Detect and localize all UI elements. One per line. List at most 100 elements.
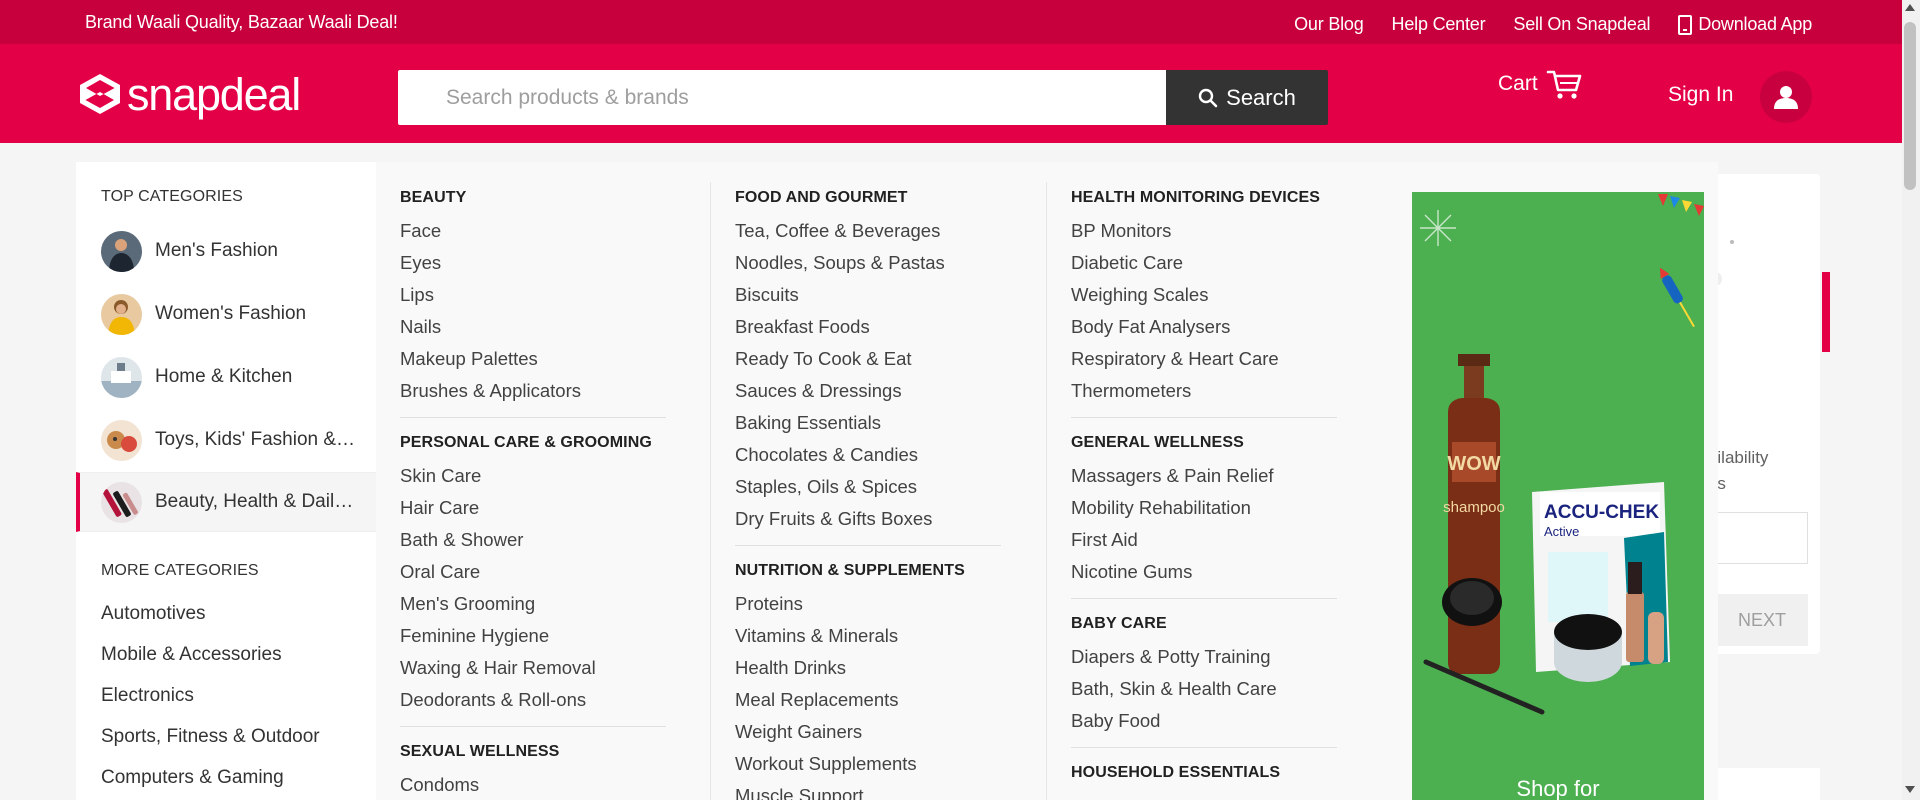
menu-item-eyes[interactable]: Eyes bbox=[400, 253, 690, 285]
menu-item-staples-oils[interactable]: Staples, Oils & Spices bbox=[735, 477, 1025, 509]
category-label: Home & Kitchen bbox=[155, 366, 293, 387]
menu-item-feminine-hygiene[interactable]: Feminine Hygiene bbox=[400, 626, 690, 658]
section-heading-general-wellness[interactable]: GENERAL WELLNESS bbox=[1071, 434, 1361, 466]
column-separator bbox=[1046, 182, 1047, 800]
menu-item-diapers[interactable]: Diapers & Potty Training bbox=[1071, 647, 1361, 679]
sell-on-snapdeal-link[interactable]: Sell On Snapdeal bbox=[1513, 14, 1650, 35]
menu-item-health-drinks[interactable]: Health Drinks bbox=[735, 658, 1025, 690]
menu-item-hair-care[interactable]: Hair Care bbox=[400, 498, 690, 530]
our-blog-link[interactable]: Our Blog bbox=[1294, 14, 1364, 35]
menu-item-mens-grooming[interactable]: Men's Grooming bbox=[400, 594, 690, 626]
section-heading-nutrition[interactable]: NUTRITION & SUPPLEMENTS bbox=[735, 562, 1025, 594]
menu-item-noodles-soups[interactable]: Noodles, Soups & Pastas bbox=[735, 253, 1025, 285]
menu-item-ready-to-cook[interactable]: Ready To Cook & Eat bbox=[735, 349, 1025, 381]
tagline: Brand Waali Quality, Bazaar Waali Deal! bbox=[85, 12, 398, 32]
scroll-up-arrow-icon[interactable] bbox=[1905, 4, 1915, 11]
download-app-label: Download App bbox=[1698, 14, 1812, 34]
user-avatar-button[interactable] bbox=[1760, 71, 1812, 123]
cart-label: Cart bbox=[1498, 72, 1538, 95]
section-divider bbox=[1071, 747, 1337, 748]
menu-item-baby-food[interactable]: Baby Food bbox=[1071, 711, 1361, 743]
menu-item-weighing-scales[interactable]: Weighing Scales bbox=[1071, 285, 1361, 317]
section-heading-sexual-wellness[interactable]: SEXUAL WELLNESS bbox=[400, 743, 690, 775]
sign-in-link[interactable]: Sign In bbox=[1668, 83, 1733, 107]
menu-item-face[interactable]: Face bbox=[400, 221, 690, 253]
menu-item-mobility-rehab[interactable]: Mobility Rehabilitation bbox=[1071, 498, 1361, 530]
background-accent bbox=[1822, 272, 1830, 352]
menu-item-diabetic-care[interactable]: Diabetic Care bbox=[1071, 253, 1361, 285]
menu-item-waxing-hair-removal[interactable]: Waxing & Hair Removal bbox=[400, 658, 690, 690]
category-electronics[interactable]: Electronics bbox=[101, 685, 194, 707]
help-center-link[interactable]: Help Center bbox=[1392, 14, 1486, 35]
search-icon bbox=[1198, 88, 1218, 107]
download-app-link[interactable]: Download App bbox=[1678, 14, 1812, 35]
menu-item-meal-replacements[interactable]: Meal Replacements bbox=[735, 690, 1025, 722]
category-computers-gaming[interactable]: Computers & Gaming bbox=[101, 767, 284, 789]
category-automotives[interactable]: Automotives bbox=[101, 603, 206, 625]
menu-item-nails[interactable]: Nails bbox=[400, 317, 690, 349]
category-label: Women's Fashion bbox=[155, 303, 307, 324]
menu-item-workout-supplements[interactable]: Workout Supplements bbox=[735, 754, 1025, 786]
menu-item-lips[interactable]: Lips bbox=[400, 285, 690, 317]
promo-active-text: Active bbox=[1544, 524, 1579, 539]
section-heading-baby-care[interactable]: BABY CARE bbox=[1071, 615, 1361, 647]
menu-item-baby-bath-skin[interactable]: Bath, Skin & Health Care bbox=[1071, 679, 1361, 711]
category-toys-kids-fashion[interactable]: Toys, Kids' Fashion & m... bbox=[76, 410, 376, 470]
menu-item-chocolates-candies[interactable]: Chocolates & Candies bbox=[735, 445, 1025, 477]
menu-item-proteins[interactable]: Proteins bbox=[735, 594, 1025, 626]
section-divider bbox=[1071, 598, 1337, 599]
menu-item-biscuits[interactable]: Biscuits bbox=[735, 285, 1025, 317]
scrollbar-thumb[interactable] bbox=[1904, 22, 1916, 190]
menu-item-baking-essentials[interactable]: Baking Essentials bbox=[735, 413, 1025, 445]
search-box bbox=[398, 70, 1166, 125]
section-divider bbox=[735, 545, 1001, 546]
promo-banner[interactable]: WOW shampoo ACCU-CHEK Active Shop for bbox=[1412, 192, 1704, 800]
menu-item-weight-gainers[interactable]: Weight Gainers bbox=[735, 722, 1025, 754]
menu-item-muscle-support[interactable]: Muscle Support bbox=[735, 786, 1025, 800]
header: snapdeal Search Cart Sign In bbox=[0, 44, 1920, 143]
section-heading-personal-care[interactable]: PERSONAL CARE & GROOMING bbox=[400, 434, 690, 466]
menu-item-body-fat-analysers[interactable]: Body Fat Analysers bbox=[1071, 317, 1361, 349]
promo-illustration: WOW shampoo ACCU-CHEK Active Shop for bbox=[1412, 192, 1704, 800]
scroll-down-arrow-icon[interactable] bbox=[1905, 786, 1915, 793]
menu-item-respiratory-heart[interactable]: Respiratory & Heart Care bbox=[1071, 349, 1361, 381]
top-links: Our Blog Help Center Sell On Snapdeal Do… bbox=[1266, 14, 1812, 35]
section-heading-household[interactable]: HOUSEHOLD ESSENTIALS bbox=[1071, 764, 1361, 796]
category-mobile-accessories[interactable]: Mobile & Accessories bbox=[101, 644, 282, 666]
menu-column-2: FOOD AND GOURMET Tea, Coffee & Beverages… bbox=[735, 189, 1025, 800]
promo-accuchek-text: ACCU-CHEK bbox=[1544, 502, 1659, 523]
category-home-kitchen[interactable]: Home & Kitchen bbox=[76, 347, 376, 407]
section-divider bbox=[400, 726, 666, 727]
section-divider bbox=[1071, 417, 1337, 418]
menu-item-deodorants[interactable]: Deodorants & Roll-ons bbox=[400, 690, 690, 722]
menu-item-massagers[interactable]: Massagers & Pain Relief bbox=[1071, 466, 1361, 498]
menu-item-brushes-applicators[interactable]: Brushes & Applicators bbox=[400, 381, 690, 413]
cart-button[interactable]: Cart bbox=[1498, 66, 1582, 102]
snapdeal-logo[interactable]: snapdeal bbox=[77, 71, 301, 117]
menu-item-first-aid[interactable]: First Aid bbox=[1071, 530, 1361, 562]
menu-item-dry-fruits[interactable]: Dry Fruits & Gifts Boxes bbox=[735, 509, 1025, 541]
category-mens-fashion[interactable]: Men's Fashion bbox=[76, 221, 376, 281]
search-button-label: Search bbox=[1226, 84, 1296, 110]
menu-item-bp-monitors[interactable]: BP Monitors bbox=[1071, 221, 1361, 253]
menu-item-thermometers[interactable]: Thermometers bbox=[1071, 381, 1361, 413]
section-heading-health-monitoring[interactable]: HEALTH MONITORING DEVICES bbox=[1071, 189, 1361, 221]
menu-item-nicotine-gums[interactable]: Nicotine Gums bbox=[1071, 562, 1361, 594]
category-womens-fashion[interactable]: Women's Fashion bbox=[76, 284, 376, 344]
menu-item-makeup-palettes[interactable]: Makeup Palettes bbox=[400, 349, 690, 381]
menu-item-breakfast-foods[interactable]: Breakfast Foods bbox=[735, 317, 1025, 349]
search-button[interactable]: Search bbox=[1166, 70, 1328, 125]
section-heading-beauty[interactable]: BEAUTY bbox=[400, 189, 690, 221]
menu-item-oral-care[interactable]: Oral Care bbox=[400, 562, 690, 594]
menu-item-skin-care[interactable]: Skin Care bbox=[400, 466, 690, 498]
category-beauty-health-daily[interactable]: Beauty, Health & Daily ... bbox=[76, 472, 376, 532]
menu-item-condoms[interactable]: Condoms bbox=[400, 775, 690, 800]
womens-fashion-thumbnail bbox=[101, 293, 142, 335]
menu-item-tea-coffee[interactable]: Tea, Coffee & Beverages bbox=[735, 221, 1025, 253]
menu-item-vitamins-minerals[interactable]: Vitamins & Minerals bbox=[735, 626, 1025, 658]
search-input[interactable] bbox=[398, 70, 1166, 125]
category-sports-fitness-outdoor[interactable]: Sports, Fitness & Outdoor bbox=[101, 726, 320, 748]
section-heading-food-gourmet[interactable]: FOOD AND GOURMET bbox=[735, 189, 1025, 221]
menu-item-bath-shower[interactable]: Bath & Shower bbox=[400, 530, 690, 562]
menu-item-sauces-dressings[interactable]: Sauces & Dressings bbox=[735, 381, 1025, 413]
